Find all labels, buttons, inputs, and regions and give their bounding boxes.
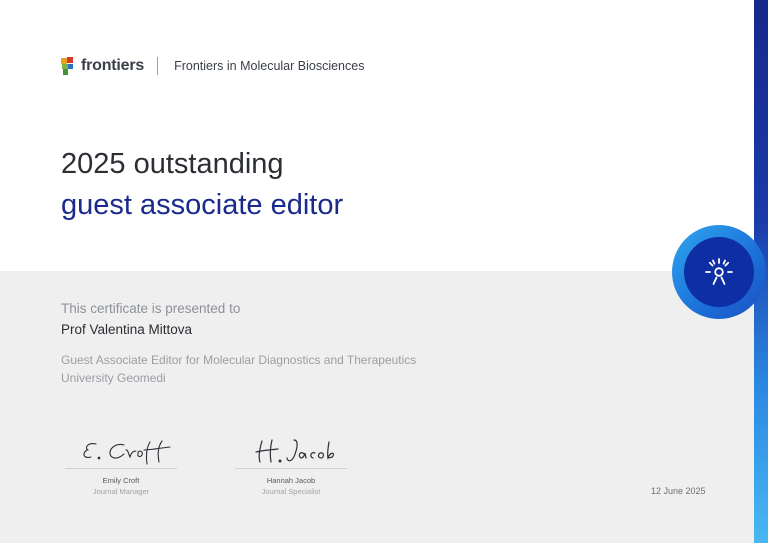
recipient-name: Prof Valentina Mittova (61, 322, 193, 337)
signatory-name: Hannah Jacob (266, 476, 316, 485)
signature-line (65, 468, 177, 469)
signatory-name: Emily Croft (102, 476, 140, 485)
issue-date: 12 June 2025 (651, 486, 706, 496)
certificate-header-area (0, 0, 754, 271)
recipient-role: Guest Associate Editor for Molecular Dia… (61, 353, 417, 367)
outstanding-badge-icon (705, 258, 733, 285)
signatory-title: Journal Manager (92, 487, 150, 496)
signatory-title: Journal Specialist (261, 487, 321, 496)
signature-block-specialist: Hannah Jacob Journal Specialist (231, 436, 351, 497)
signature-emily-croft (83, 440, 171, 465)
signature-hannah-jacob (255, 439, 335, 463)
signature-line (235, 468, 347, 469)
award-title-role: guest associate editor (61, 189, 344, 221)
presented-to-label: This certificate is presented to (61, 301, 241, 316)
frontiers-logo: frontiers Frontiers in Molecular Bioscie… (61, 57, 364, 75)
brand-name: frontiers (81, 57, 145, 74)
signature-block-manager: Emily Croft Journal Manager (61, 436, 181, 497)
frontiers-logo-icon (61, 57, 73, 75)
journal-name: Frontiers in Molecular Biosciences (174, 59, 365, 73)
header-divider (157, 57, 159, 75)
recipient-institution: University Geomedi (61, 371, 166, 385)
award-title-year: 2025 outstanding (61, 148, 284, 180)
